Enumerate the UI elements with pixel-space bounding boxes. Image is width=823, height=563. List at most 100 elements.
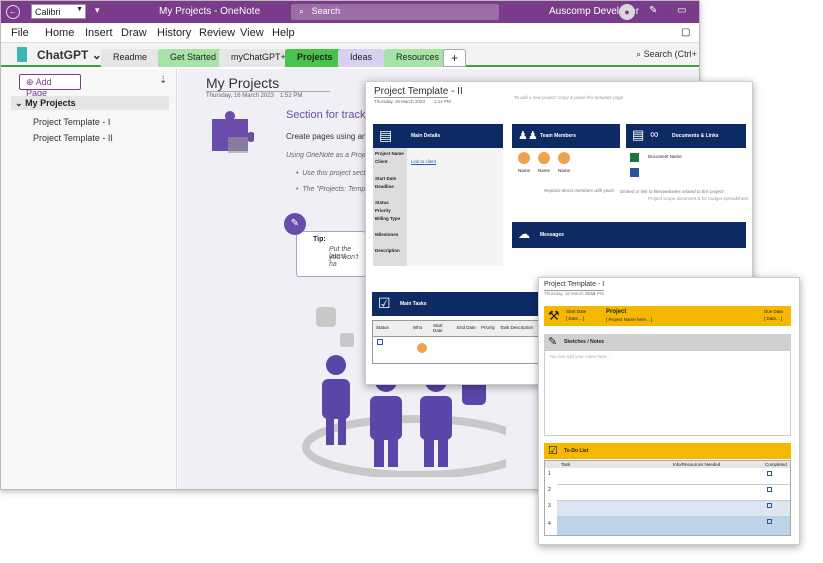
- menu-draw[interactable]: Draw: [121, 27, 147, 39]
- details-body: Project Name Client Link to client Start…: [373, 148, 503, 266]
- field-billing-type: Billing Type: [375, 216, 401, 221]
- menu-history[interactable]: History: [157, 27, 191, 39]
- main-details-header: ▤ Main Details: [373, 124, 503, 148]
- quick-access-icon[interactable]: ▾: [95, 5, 100, 16]
- task-col-start-date: Start Date: [433, 323, 443, 333]
- team-hint: Replace demo members with yours: [544, 188, 615, 193]
- search-box[interactable]: ⌕ Search: [291, 4, 499, 20]
- avatar[interactable]: ●: [619, 4, 635, 20]
- tab-get-started[interactable]: Get Started: [158, 49, 229, 67]
- title-underline: [206, 91, 330, 92]
- puzzle-icon: [212, 111, 254, 153]
- notebook-name: ChatGPT: [37, 48, 89, 62]
- bullet-1-text: Use this project section: [302, 170, 375, 177]
- tab-ideas[interactable]: Ideas: [338, 49, 385, 67]
- section-group-label: My Projects: [25, 98, 76, 108]
- todo-checkbox[interactable]: [767, 487, 772, 492]
- due-date-label: Due Date: [764, 309, 784, 314]
- todo-row: [557, 469, 790, 485]
- menu-review[interactable]: Review: [199, 27, 235, 39]
- ribbon-display-icon[interactable]: ▭: [677, 5, 686, 16]
- tasks-table: Status Who Start Date End Date Priority …: [372, 320, 542, 364]
- field-priority: Priority: [375, 208, 391, 213]
- menu-file[interactable]: File: [11, 27, 29, 39]
- font-name: Calibri: [35, 7, 61, 17]
- add-page-button[interactable]: ⊕ Add Page: [19, 74, 81, 98]
- member-name: Name: [558, 168, 571, 173]
- member-avatar: [538, 152, 550, 164]
- todo-checkbox[interactable]: [767, 503, 772, 508]
- title-underline: [374, 97, 448, 98]
- documents-label: Documents & Links: [672, 133, 719, 139]
- font-selector[interactable]: Calibri ▼: [31, 4, 86, 19]
- page-date: Thursday, 16 March 2023: [206, 93, 274, 99]
- task-col-who: Who: [413, 325, 423, 330]
- add-section-button[interactable]: +: [443, 49, 467, 67]
- start-date-value: [ Date... ]: [566, 316, 585, 321]
- docs-hint-2: Project scope document & for budget spre…: [648, 196, 749, 201]
- document-name: Document Name: [648, 154, 682, 159]
- bullet-1: • Use this project section: [296, 170, 375, 177]
- sketches-label: Sketches / Notes: [564, 339, 605, 345]
- task-col-status: Status: [376, 325, 389, 330]
- word-icon: [630, 168, 639, 177]
- tip-title: Tip:: [313, 236, 326, 243]
- template-1-time: 1:14 PM: [587, 291, 604, 296]
- section-group[interactable]: ⌄ My Projects: [11, 96, 169, 110]
- template-1-title: Project Template - I: [544, 281, 605, 288]
- document-icon: ▤: [379, 127, 393, 143]
- tab-readme[interactable]: Readme: [101, 49, 160, 67]
- todo-col-info: Info/Resources Needed: [673, 462, 721, 467]
- sketch-placeholder: You can add your notes here...: [549, 354, 611, 359]
- team-members-label: Team Members: [540, 133, 577, 139]
- tab-projects[interactable]: Projects: [285, 49, 345, 67]
- template-2-date: Thursday, 16 March 2023: [374, 99, 425, 104]
- search-icon: ⌕: [299, 6, 305, 16]
- immersive-icon[interactable]: ▢: [681, 27, 690, 38]
- menu-help[interactable]: Help: [272, 27, 295, 39]
- field-deadline: Deadline: [375, 184, 394, 189]
- task-col-end-date: End Date: [457, 325, 476, 330]
- todo-checkbox[interactable]: [767, 471, 772, 476]
- member-avatar: [558, 152, 570, 164]
- sort-icon[interactable]: ⇣: [159, 75, 167, 86]
- tip-line-2: you won't ha: [329, 254, 359, 268]
- team-members-header: ♟♟ Team Members: [512, 124, 620, 148]
- row-number: 4: [548, 521, 551, 527]
- tab-resources[interactable]: Resources: [384, 49, 452, 67]
- search-label: Search: [311, 6, 341, 16]
- sketch-area[interactable]: You can add your notes here...: [544, 350, 791, 436]
- row-number: 3: [548, 503, 551, 509]
- row-number: 2: [548, 487, 551, 493]
- member-name: Name: [538, 168, 551, 173]
- page-item-template-2[interactable]: Project Template - II: [33, 133, 113, 143]
- checkbox-icon: ☑: [548, 445, 558, 457]
- member-name: Name: [518, 168, 531, 173]
- pushpin-icon: ✎: [284, 213, 306, 235]
- client-link[interactable]: Link to client: [411, 159, 436, 164]
- page-item-template-1[interactable]: Project Template - I: [33, 117, 110, 127]
- notebook-nav: ChatGPT ⌄ Readme Get Started myChatGPT+ …: [1, 43, 699, 67]
- todo-header: ☑ To-Do List: [544, 443, 791, 459]
- menu-home[interactable]: Home: [45, 27, 74, 39]
- todo-label: To-Do List: [564, 448, 589, 454]
- project-name-value: [ Project Name here... ]: [606, 317, 653, 322]
- member-avatar: [518, 152, 530, 164]
- project-template-1-preview: Project Template - I Thursday, 16 March …: [538, 277, 800, 545]
- page-title: My Projects: [206, 75, 280, 91]
- field-status: Status: [375, 200, 389, 205]
- pen-icon[interactable]: ✎: [649, 5, 657, 16]
- notebook-selector[interactable]: ChatGPT ⌄: [37, 48, 102, 62]
- back-icon[interactable]: ←: [6, 5, 20, 19]
- link-icon: ∞: [650, 127, 659, 141]
- project-label: Project: [606, 309, 627, 315]
- menu-view[interactable]: View: [240, 27, 264, 39]
- menu-insert[interactable]: Insert: [85, 27, 113, 39]
- todo-checkbox[interactable]: [767, 519, 772, 524]
- page-search[interactable]: ⌕ Search (Ctrl+: [636, 49, 697, 60]
- messages-label: Messages: [540, 232, 564, 238]
- template-2-title: Project Template - II: [374, 86, 463, 97]
- template-2-hint: To add a new project: Copy & paste this …: [514, 95, 624, 100]
- chevron-down-icon: ⌄: [15, 98, 23, 108]
- task-checkbox[interactable]: [377, 339, 383, 345]
